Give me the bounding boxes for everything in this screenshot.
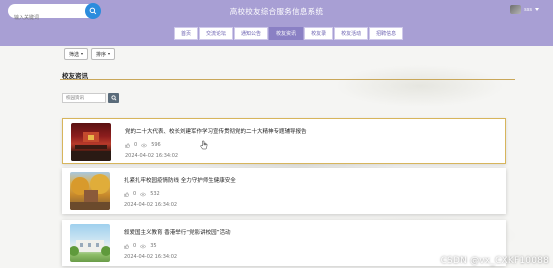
eye-icon: [140, 192, 146, 197]
main-content: 筛选 排序 校友资讯 党的二十大代表、校长刘建军作学习宣传贯彻: [0, 46, 553, 268]
search-icon: [110, 95, 116, 101]
news-search-input[interactable]: [62, 93, 106, 103]
view-count: 532: [150, 191, 160, 197]
chevron-down-icon: [535, 8, 539, 11]
news-title[interactable]: 党的二十大代表、校长刘建军作学习宣传贯彻党的二十大精神专题辅导报告: [125, 127, 307, 135]
sort-dropdown-label: 排序: [96, 51, 107, 58]
nav-item-notices[interactable]: 通知公告: [234, 27, 269, 40]
news-card[interactable]: 叙爱国主义教育 香港举行“党影讲校园”活动 0 35 2024-04-02 16…: [62, 220, 506, 266]
hand-cursor-icon: [200, 140, 208, 150]
news-search-button[interactable]: [108, 93, 119, 103]
news-date: 2024-04-02 16:34:02: [125, 153, 179, 159]
news-date: 2024-04-02 16:34:02: [124, 254, 178, 260]
filter-dropdown[interactable]: 筛选: [64, 48, 89, 60]
view-count: 35: [150, 243, 157, 249]
news-thumbnail-campus-autumn: [70, 172, 110, 210]
chevron-down-icon: [81, 53, 84, 55]
main-nav: 首页 交流论坛 通知公告 校友资讯 校友录 校友活动 招聘信息: [174, 27, 404, 40]
like-count: 0: [133, 243, 137, 249]
news-meta: 0 532: [124, 191, 160, 197]
nav-item-jobs[interactable]: 招聘信息: [369, 27, 404, 40]
news-meta: 0 35: [124, 243, 157, 249]
nav-item-forum[interactable]: 交流论坛: [199, 27, 234, 40]
news-title[interactable]: 叙爱国主义教育 香港举行“党影讲校园”活动: [124, 228, 230, 236]
thumbs-up-icon[interactable]: [124, 191, 129, 197]
site-title: 高校校友综合服务信息系统: [229, 7, 324, 16]
nav-item-alumni-events[interactable]: 校友活动: [334, 27, 369, 40]
eye-icon: [140, 244, 146, 249]
thumbs-up-icon[interactable]: [125, 142, 130, 148]
avatar: [510, 5, 522, 14]
thumbs-up-icon[interactable]: [124, 243, 129, 249]
nav-item-alumni-directory[interactable]: 校友录: [304, 27, 334, 40]
user-menu[interactable]: sss: [510, 5, 539, 14]
like-count: 0: [133, 191, 137, 197]
news-card[interactable]: 党的二十大代表、校长刘建军作学习宣传贯彻党的二十大精神专题辅导报告 0 596 …: [62, 118, 506, 164]
chevron-down-icon: [108, 53, 111, 55]
watermark: CSDN @vx_CXKF10088: [440, 256, 549, 266]
filter-row: 筛选 排序: [64, 48, 116, 60]
like-count: 0: [134, 142, 138, 148]
sort-dropdown[interactable]: 排序: [91, 48, 116, 60]
news-date: 2024-04-02 16:34:02: [124, 202, 178, 208]
news-thumbnail-campus-building: [70, 224, 110, 262]
view-count: 596: [151, 142, 161, 148]
nav-bar: 首页 交流论坛 通知公告 校友资讯 校友录 校友活动 招聘信息: [0, 22, 553, 46]
news-meta: 0 596: [125, 142, 161, 148]
news-title[interactable]: 扎紧扎牢校园疫情防线 全力守护师生健康安全: [124, 176, 236, 184]
news-search: [62, 93, 119, 103]
filter-dropdown-label: 筛选: [69, 51, 80, 58]
nav-item-home[interactable]: 首页: [174, 27, 199, 40]
eye-icon: [141, 143, 147, 148]
news-thumbnail-auditorium: [71, 123, 111, 161]
nav-item-news[interactable]: 校友资讯: [269, 27, 304, 40]
section-divider: [60, 79, 515, 80]
top-header: 高校校友综合服务信息系统 sss: [0, 0, 553, 25]
user-name: sss: [524, 6, 532, 13]
news-card[interactable]: 扎紧扎牢校园疫情防线 全力守护师生健康安全 0 532 2024-04-02 1…: [62, 168, 506, 214]
